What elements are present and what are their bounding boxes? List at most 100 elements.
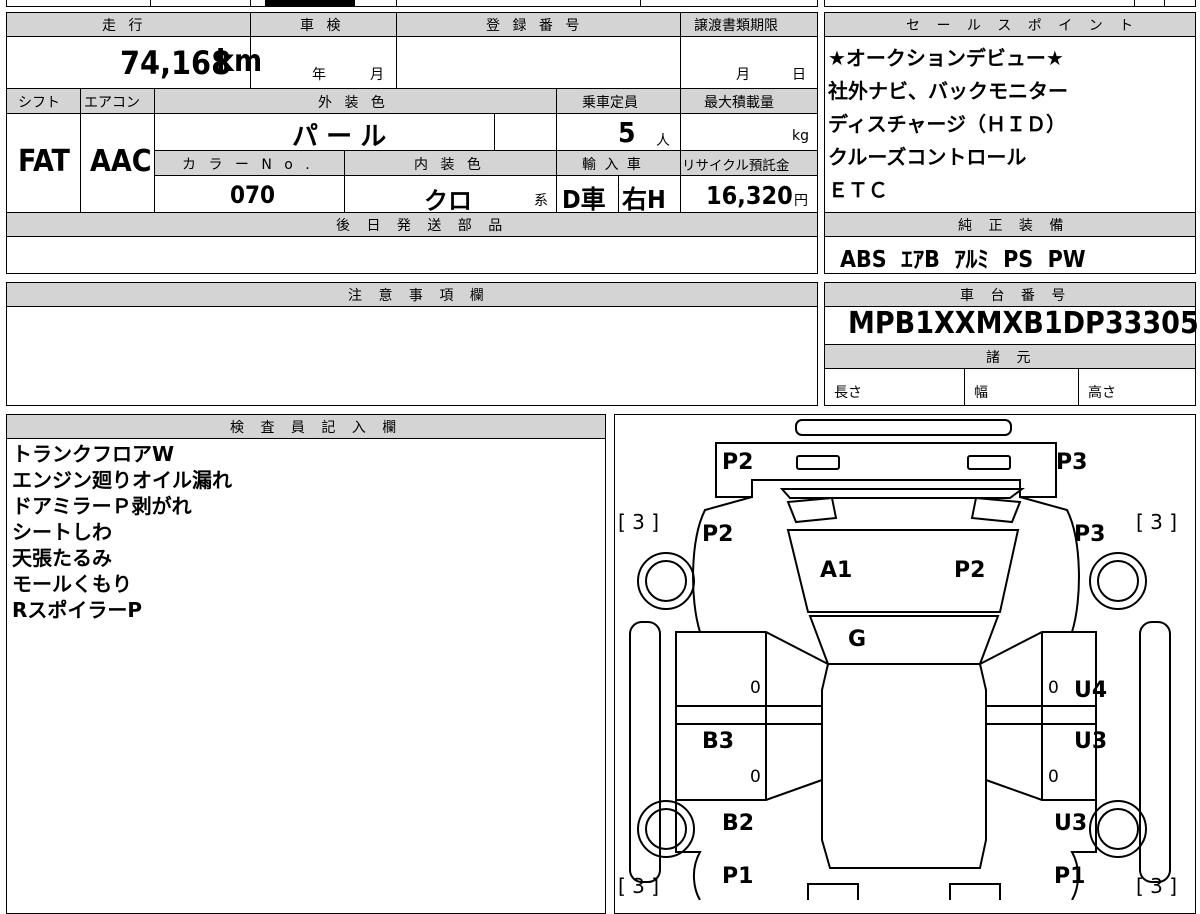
exterior-color-value: パ ー ル: [292, 122, 387, 152]
sales-point: ディスチャージ（ＨＩＤ）: [828, 112, 1066, 136]
top-strip: [6, 0, 818, 7]
label-max-load: 最大積載量: [704, 95, 774, 111]
inspector-note: RスポイラーP: [12, 598, 143, 622]
row-line: [6, 212, 818, 213]
label-color-no: カ ラ ー N o .: [182, 157, 314, 173]
capacity-value: 5: [618, 116, 636, 149]
row-line: [6, 88, 818, 89]
recycle-unit: 円: [794, 193, 808, 209]
sales-point: クルーズコントロール: [828, 145, 1027, 169]
label-capacity: 乗車定員: [582, 95, 638, 111]
inspector-title: 検 査 員 記 入 欄: [230, 420, 403, 436]
mark-u3-lower: U3: [1054, 811, 1088, 836]
inspection-month: 月: [370, 67, 384, 83]
zero-mark: 0: [1048, 767, 1059, 787]
equipment-title: 純 正 装 備: [958, 218, 1070, 234]
row-line: [6, 113, 818, 114]
inspector-notes-list: トランクフロアW エンジン廻りオイル漏れ ドアミラーＰ剥がれ シートしわ 天張た…: [12, 441, 232, 623]
row-line: [6, 438, 606, 439]
label-transfer-deadline: 譲渡書類期限: [694, 18, 778, 34]
recycle-fee-value: 16,320: [706, 181, 793, 210]
col-line: [680, 88, 681, 212]
label-recycle-fee: リサイクル預託金: [682, 158, 790, 174]
tire-tread-tr: [ 3 ]: [1136, 510, 1178, 534]
mark-b3: B3: [702, 729, 735, 754]
mark-b2: B2: [722, 811, 755, 836]
divider: [640, 0, 641, 7]
label-inspection: 車 検: [300, 18, 345, 34]
row-line: [6, 306, 818, 307]
divider: [396, 0, 397, 7]
mileage-value: 74,168: [120, 44, 232, 82]
col-line: [344, 150, 345, 212]
col-line: [154, 88, 155, 212]
sales-point: ＥＴＣ: [828, 178, 888, 202]
load-unit: kg: [792, 128, 809, 144]
top-strip-right: [824, 0, 1196, 7]
col-line: [964, 368, 965, 406]
zero-mark: 0: [1048, 678, 1059, 698]
tire-tread-br: [ 3 ]: [1136, 874, 1178, 898]
zero-mark: 0: [750, 678, 761, 698]
sales-point: 社外ナビ、バックモニター: [828, 79, 1068, 103]
inspector-note: 天張たるみ: [12, 546, 112, 570]
row-line: [824, 236, 1196, 237]
label-import: 輸 入 車: [582, 157, 643, 173]
col-line: [1078, 368, 1079, 406]
mark-p3-trunk: P3: [1056, 450, 1088, 475]
deadline-day: 日: [792, 67, 806, 83]
mark-p2-left: P2: [702, 522, 734, 547]
mark-g: G: [848, 627, 867, 652]
mark-p2-trunk: P2: [722, 450, 754, 475]
notes-title: 注 意 事 項 欄: [348, 288, 490, 304]
col-line: [556, 88, 557, 212]
sales-point-title: セ ー ル ス ポ イ ン ト: [906, 18, 1140, 34]
mark-p3-right: P3: [1074, 522, 1106, 547]
col-line: [80, 88, 81, 212]
car-diagram: [629, 419, 1171, 900]
color-no-value: 070: [230, 181, 276, 209]
label-shift: シフト: [18, 95, 60, 111]
label-aircon: エアコン: [84, 95, 140, 111]
deadline-month: 月: [736, 67, 750, 83]
label-registration: 登 録 番 号: [486, 18, 584, 34]
mark-p1-right: P1: [1054, 864, 1086, 889]
mark-u4: U4: [1074, 678, 1108, 703]
chassis-title: 車 台 番 号: [960, 288, 1072, 304]
row-line: [154, 175, 818, 176]
import-drive: D車: [562, 185, 606, 214]
spec-height: 高さ: [1088, 385, 1116, 401]
inspector-note: ドアミラーＰ剥がれ: [12, 494, 192, 518]
tire-tread-bl: [ 3 ]: [618, 874, 660, 898]
col-line: [396, 12, 397, 88]
chassis-number: MPB1XXMXB1DP33305: [848, 306, 1199, 341]
label-later-parts: 後 日 発 送 部 品: [336, 218, 509, 234]
tire-tread-tl: [ 3 ]: [618, 510, 660, 534]
top-strip-text: [265, 0, 355, 6]
row-line: [154, 150, 818, 151]
row-line: [6, 236, 818, 237]
divider: [250, 0, 251, 7]
col-line: [494, 113, 495, 150]
aircon-value: AAC: [90, 144, 152, 179]
col-line: [618, 175, 619, 212]
sales-point-list: ★オークションデビュー★ 社外ナビ、バックモニター ディスチャージ（ＨＩＤ） ク…: [828, 42, 1068, 207]
spec-width: 幅: [974, 385, 988, 401]
mark-p2-roof: P2: [954, 558, 986, 583]
sales-point: ★オークションデビュー★: [828, 46, 1064, 70]
row-line: [824, 368, 1196, 369]
divider: [1164, 0, 1165, 7]
mark-p1-left: P1: [722, 864, 754, 889]
row-line: [824, 36, 1196, 37]
row-line: [6, 36, 818, 37]
interior-color-value: クロ: [424, 187, 472, 215]
label-interior-color: 内 装 色: [414, 157, 485, 173]
equipment-items: ABS ｴｱB ｱﾙﾐ PS PW: [840, 247, 1086, 273]
shift-value: FAT: [18, 144, 70, 179]
col-line: [680, 12, 681, 88]
inspection-year: 年: [312, 67, 326, 83]
spec-length: 長さ: [834, 385, 862, 401]
import-handle: 右H: [622, 185, 666, 214]
inspector-note: エンジン廻りオイル漏れ: [12, 468, 232, 492]
label-mileage: 走 行: [102, 18, 147, 34]
